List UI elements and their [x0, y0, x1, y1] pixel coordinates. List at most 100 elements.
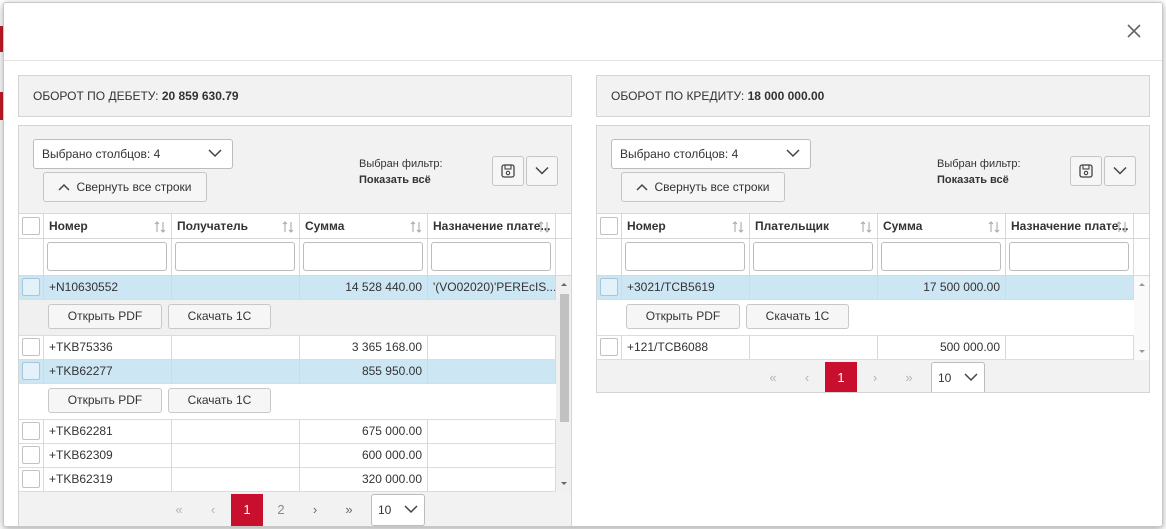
- credit-columns-select[interactable]: Выбрано столбцов: 4: [611, 139, 811, 169]
- debit-summary-label: ОБОРОТ ПО ДЕБЕТУ:: [33, 89, 159, 103]
- table-row[interactable]: +3021/TCB5619 17 500 000.00: [597, 276, 1134, 300]
- row-detail-panel: Открыть PDF Скачать 1С: [597, 300, 1134, 336]
- table-row[interactable]: +TKB75336 3 365 168.00: [19, 336, 556, 360]
- turnover-modal: ОБОРОТ ПО ДЕБЕТУ: 20 859 630.79 Выбрано …: [3, 2, 1163, 527]
- debit-amount-filter-input[interactable]: [303, 242, 423, 271]
- row-checkbox[interactable]: [22, 422, 40, 440]
- page-1-button[interactable]: 1: [825, 362, 857, 392]
- chevron-down-icon: [786, 149, 800, 158]
- credit-select-all-cell: [597, 214, 622, 240]
- cell-party: [172, 360, 300, 383]
- scroll-up-arrow-icon[interactable]: [1134, 278, 1150, 290]
- table-row[interactable]: +121/TCB6088 500 000.00: [597, 336, 1134, 360]
- credit-table-scrollbar[interactable]: [1134, 276, 1150, 360]
- row-checkbox[interactable]: [600, 278, 618, 296]
- next-page-button[interactable]: ›: [299, 494, 331, 526]
- cell-party: [172, 276, 300, 299]
- scroll-thumb[interactable]: [560, 294, 569, 422]
- chevron-up-icon: [58, 183, 71, 191]
- credit-save-button[interactable]: [1070, 156, 1102, 186]
- download-1c-button[interactable]: Скачать 1С: [168, 388, 271, 413]
- table-row[interactable]: +TKB62309 600 000.00: [19, 444, 556, 468]
- debit-table-scrollbar[interactable]: [556, 276, 572, 492]
- first-page-button[interactable]: «: [757, 362, 789, 392]
- credit-col-purpose[interactable]: Назначение плате...: [1006, 214, 1134, 240]
- cell-amount: 17 500 000.00: [878, 276, 1006, 299]
- scroll-down-arrow-icon[interactable]: [556, 478, 572, 490]
- open-pdf-button[interactable]: Открыть PDF: [48, 388, 162, 413]
- debit-party-filter-input[interactable]: [175, 242, 295, 271]
- debit-options-button[interactable]: [526, 156, 558, 186]
- debit-collapse-label: Свернуть все строки: [76, 180, 192, 194]
- close-icon: [1127, 24, 1141, 38]
- save-icon: [1079, 164, 1093, 178]
- row-checkbox-cell: [597, 276, 622, 299]
- first-page-button[interactable]: «: [163, 494, 195, 526]
- table-row[interactable]: +TKB62319 320 000.00: [19, 468, 556, 492]
- credit-options-button[interactable]: [1104, 156, 1136, 186]
- debit-summary: ОБОРОТ ПО ДЕБЕТУ: 20 859 630.79: [18, 75, 572, 117]
- credit-collapse-label: Свернуть все строки: [654, 180, 770, 194]
- row-checkbox-cell: [19, 468, 44, 491]
- credit-col-party-label: Плательщик: [755, 219, 829, 233]
- save-icon: [501, 164, 515, 178]
- credit-amount-filter-input[interactable]: [881, 242, 1001, 271]
- select-all-checkbox[interactable]: [22, 217, 40, 235]
- debit-collapse-all-button[interactable]: Свернуть все строки: [43, 172, 207, 202]
- last-page-button[interactable]: »: [893, 362, 925, 392]
- row-checkbox[interactable]: [22, 278, 40, 296]
- last-page-button[interactable]: »: [333, 494, 365, 526]
- scroll-up-arrow-icon[interactable]: [556, 278, 572, 290]
- credit-collapse-all-button[interactable]: Свернуть все строки: [621, 172, 785, 202]
- debit-col-amount[interactable]: Сумма: [300, 214, 428, 240]
- select-all-checkbox[interactable]: [600, 217, 618, 235]
- row-checkbox[interactable]: [22, 470, 40, 488]
- credit-page-size-select[interactable]: 10: [931, 362, 985, 392]
- debit-purpose-filter-input[interactable]: [431, 242, 551, 271]
- credit-col-amount[interactable]: Сумма: [878, 214, 1006, 240]
- debit-col-number-label: Номер: [49, 219, 88, 233]
- debit-filter-label: Выбран фильтр:: [359, 158, 443, 170]
- debit-col-party[interactable]: Получатель: [172, 214, 300, 240]
- cell-number: +121/TCB6088: [622, 336, 750, 359]
- debit-filter-value: Показать всё: [359, 174, 431, 186]
- open-pdf-button[interactable]: Открыть PDF: [626, 304, 740, 329]
- debit-number-filter-input[interactable]: [47, 242, 167, 271]
- prev-page-button[interactable]: ‹: [791, 362, 823, 392]
- debit-filter-row: [19, 239, 571, 276]
- close-button[interactable]: [1124, 21, 1144, 41]
- filter-cell: [300, 239, 428, 275]
- table-row[interactable]: +TKB62281 675 000.00: [19, 420, 556, 444]
- row-detail-panel: Открыть PDF Скачать 1С: [19, 384, 556, 420]
- debit-pagination: « ‹ 1 2 › » 10: [163, 494, 443, 526]
- debit-col-number[interactable]: Номер: [44, 214, 172, 240]
- download-1c-button[interactable]: Скачать 1С: [746, 304, 849, 329]
- table-row[interactable]: +N10630552 14 528 440.00 '(VO02020)'PERE…: [19, 276, 556, 300]
- scroll-down-arrow-icon[interactable]: [1134, 346, 1150, 358]
- row-checkbox[interactable]: [22, 362, 40, 380]
- row-checkbox[interactable]: [22, 446, 40, 464]
- next-page-button[interactable]: ›: [859, 362, 891, 392]
- debit-col-purpose[interactable]: Назначение плате...: [428, 214, 556, 240]
- filter-cell: [44, 239, 172, 275]
- table-row[interactable]: +TKB62277 855 950.00: [19, 360, 556, 384]
- credit-filter-row: [597, 239, 1149, 276]
- open-pdf-button[interactable]: Открыть PDF: [48, 304, 162, 329]
- page-1-button[interactable]: 1: [231, 494, 263, 526]
- credit-purpose-filter-input[interactable]: [1009, 242, 1129, 271]
- credit-col-number[interactable]: Номер: [622, 214, 750, 240]
- row-checkbox[interactable]: [22, 338, 40, 356]
- prev-page-button[interactable]: ‹: [197, 494, 229, 526]
- credit-col-party[interactable]: Плательщик: [750, 214, 878, 240]
- download-1c-button[interactable]: Скачать 1С: [168, 304, 271, 329]
- row-checkbox[interactable]: [600, 338, 618, 356]
- page-2-button[interactable]: 2: [265, 494, 297, 526]
- debit-columns-select[interactable]: Выбрано столбцов: 4: [33, 139, 233, 169]
- cell-purpose: [1006, 336, 1134, 359]
- cell-purpose: [1006, 276, 1134, 299]
- debit-page-size-select[interactable]: 10: [371, 494, 425, 526]
- credit-number-filter-input[interactable]: [625, 242, 745, 271]
- credit-party-filter-input[interactable]: [753, 242, 873, 271]
- debit-save-button[interactable]: [492, 156, 524, 186]
- sort-icon: [988, 221, 1000, 233]
